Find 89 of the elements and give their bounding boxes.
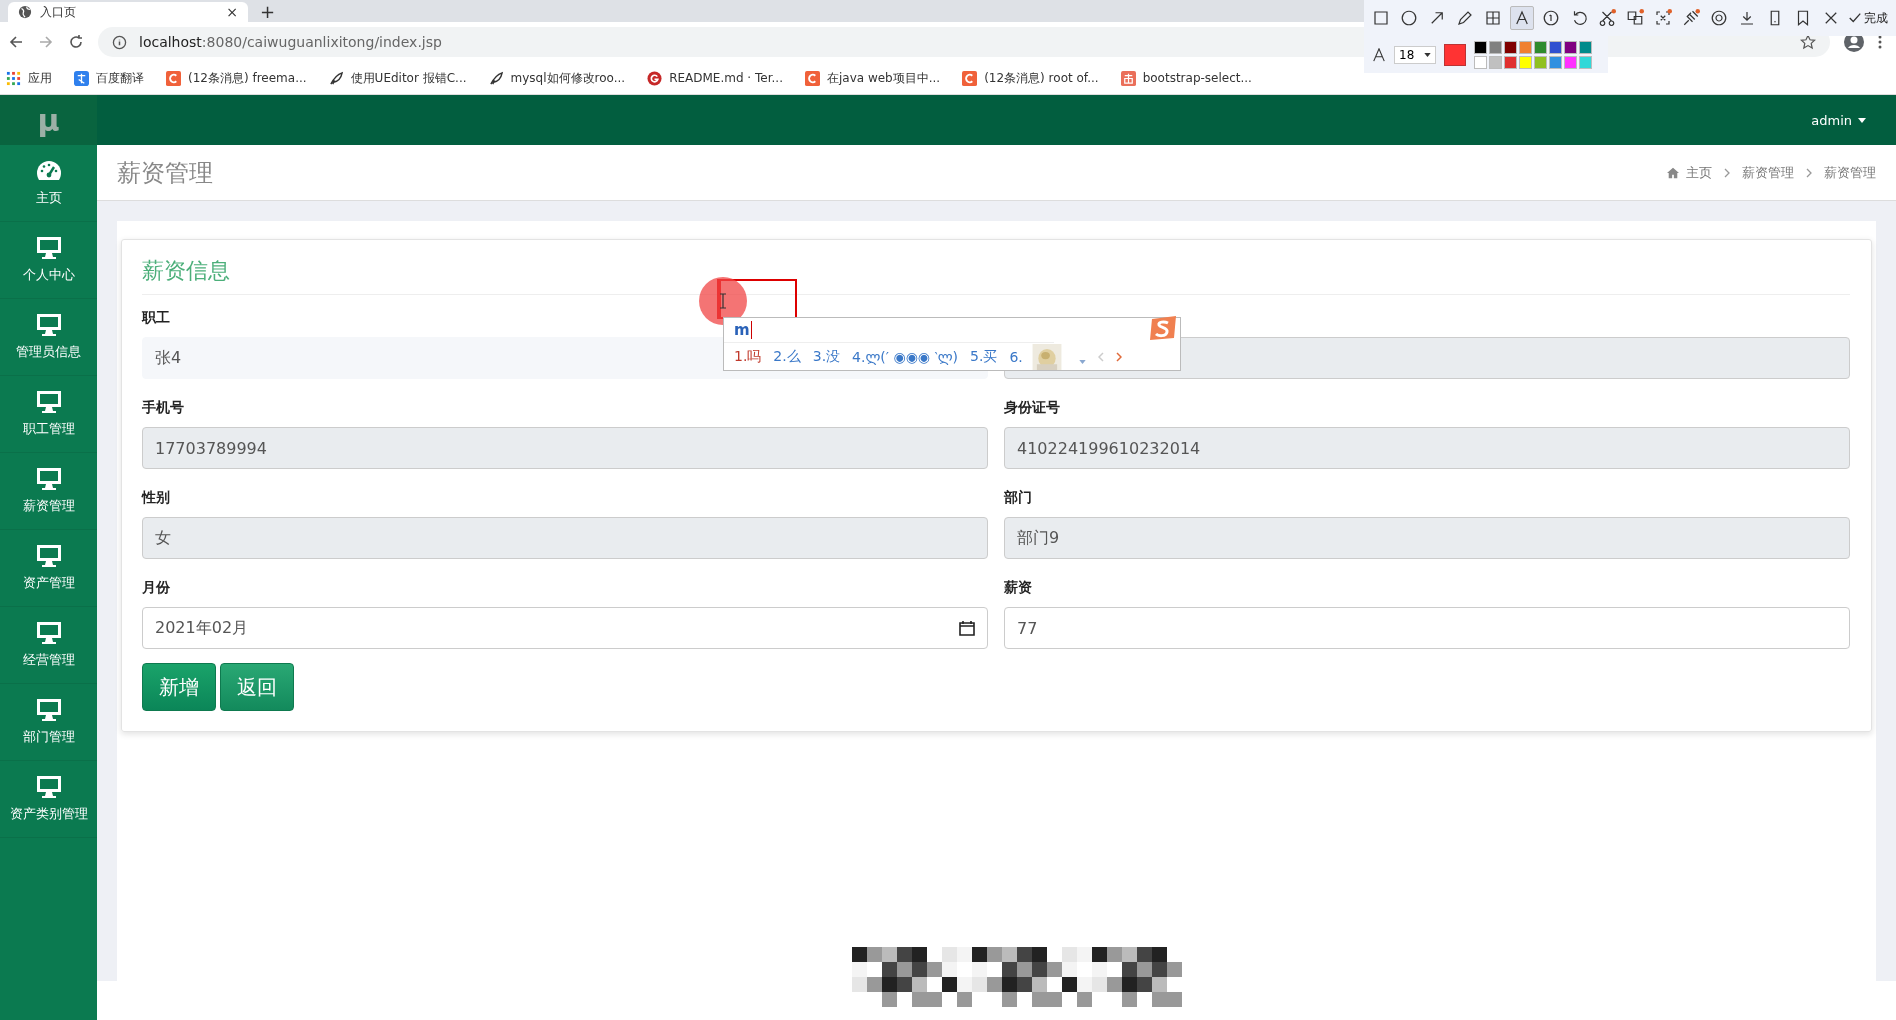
current-color-swatch[interactable] [1444,43,1466,66]
monitor-icon [34,236,63,260]
monitor-icon [34,467,63,491]
color-swatch[interactable] [1549,55,1562,69]
breadcrumb-link[interactable]: 薪资管理 [1824,163,1876,182]
tab-title: 入口页 [40,3,77,21]
color-swatch[interactable] [1579,55,1592,69]
monitor-icon [34,621,63,645]
color-swatch[interactable] [1549,40,1562,54]
field-label: 月份 [142,579,170,595]
field-label: 部门 [1004,489,1032,505]
caret-icon [1858,117,1866,123]
color-swatch[interactable] [1474,55,1487,69]
color-swatch[interactable] [1504,40,1517,54]
field-label: 职工 [142,309,170,325]
breadcrumb-link[interactable]: 薪资管理 [1742,163,1794,182]
gauge-icon [34,159,63,183]
color-swatch[interactable] [1579,40,1592,54]
bookmark[interactable]: (12条消息) root of... [962,69,1099,87]
bookmark[interactable]: 百度翻译 [74,69,144,87]
bookmark[interactable]: bootstrap-select... [1120,70,1252,86]
color-swatch[interactable] [1534,40,1547,54]
field-label: 手机号 [142,399,184,415]
site-tile-icon [166,70,181,86]
monitor-icon [34,544,63,568]
monitor-icon [34,390,63,414]
chevron-icon [1724,167,1730,178]
add-button[interactable]: 新增 [142,663,216,711]
back-button[interactable]: 返回 [220,663,294,711]
calendar-icon[interactable] [959,620,975,636]
color-swatch[interactable] [1489,55,1502,69]
feather-icon [488,70,504,86]
dropdown-arrow-icon [1424,52,1431,57]
candidate-word[interactable]: 6. [1009,349,1023,365]
color-swatch[interactable] [1504,55,1517,69]
monitor-icon [34,775,63,799]
date-field[interactable]: 2021年02月 [142,607,988,649]
bookmark[interactable]: 应用 [6,69,52,87]
font-size-dropdown[interactable]: 18 [1394,45,1436,64]
color-swatch[interactable] [1519,40,1532,54]
bookmark[interactable]: mysql如何修改roo... [488,69,626,87]
url-host: localhost [139,34,202,50]
candidate-word[interactable]: 3.没 [812,348,841,366]
color-swatch[interactable] [1489,40,1502,54]
site-tile-icon [804,70,820,86]
star-icon[interactable] [1800,34,1816,50]
monitor-icon [34,313,63,337]
site-tile-icon [962,70,978,86]
page-title: 薪资管理 [117,157,213,189]
browser-tab[interactable]: 入口页 × [8,2,248,22]
chevron-icon [1806,167,1812,178]
url-path: :8080/caiwuguanlixitong/index.jsp [201,34,442,50]
color-swatch[interactable] [1564,55,1577,69]
bookmark[interactable]: (12条消息) freema... [166,69,307,87]
candidate-word[interactable]: 1.吗 [734,348,762,366]
field-label: 薪资 [1004,579,1032,595]
text-cursor-icon [719,293,727,309]
color-swatch[interactable] [1534,55,1547,69]
bookmark[interactable]: 使用UEditor 报错C... [328,69,467,87]
monitor-icon [34,698,63,722]
candidate-word[interactable]: 2.么 [773,348,801,366]
bookmark-site-icon [1120,70,1136,86]
field-label: 身份证号 [1004,399,1060,415]
feather-icon [328,70,344,86]
home-icon [1666,166,1680,179]
font-size-icon [1372,47,1386,62]
breadcrumb-link[interactable]: 主页 [1686,163,1712,182]
tab-close-button[interactable]: × [226,4,238,20]
translate-icon [74,70,89,86]
next-icon[interactable] [1115,352,1122,362]
color-swatch[interactable] [1519,55,1532,69]
field-label: 性别 [142,489,170,505]
letter-tool-icon[interactable] [1510,6,1534,30]
apps-icon [6,70,21,86]
info-icon [112,34,127,50]
done-button[interactable]: 完成 [1848,9,1888,27]
reload-icon[interactable] [68,34,84,50]
color-swatch[interactable] [1474,40,1487,54]
bookmark[interactable]: README.md · Ter... [647,70,783,86]
bookmark[interactable]: 在java web项目中... [804,69,941,87]
new-tab-button[interactable]: + [260,2,276,22]
check-icon [1848,11,1862,25]
back-icon[interactable] [8,34,24,50]
candidate-word[interactable]: 4.ლ(′ ◉◉◉ ‵ლ) [852,349,959,365]
globe-icon [18,5,32,19]
user-menu[interactable]: admin [1811,112,1866,128]
input-field[interactable]: 77 [1004,607,1850,649]
composition-text: m [734,321,752,339]
color-swatch[interactable] [1564,40,1577,54]
